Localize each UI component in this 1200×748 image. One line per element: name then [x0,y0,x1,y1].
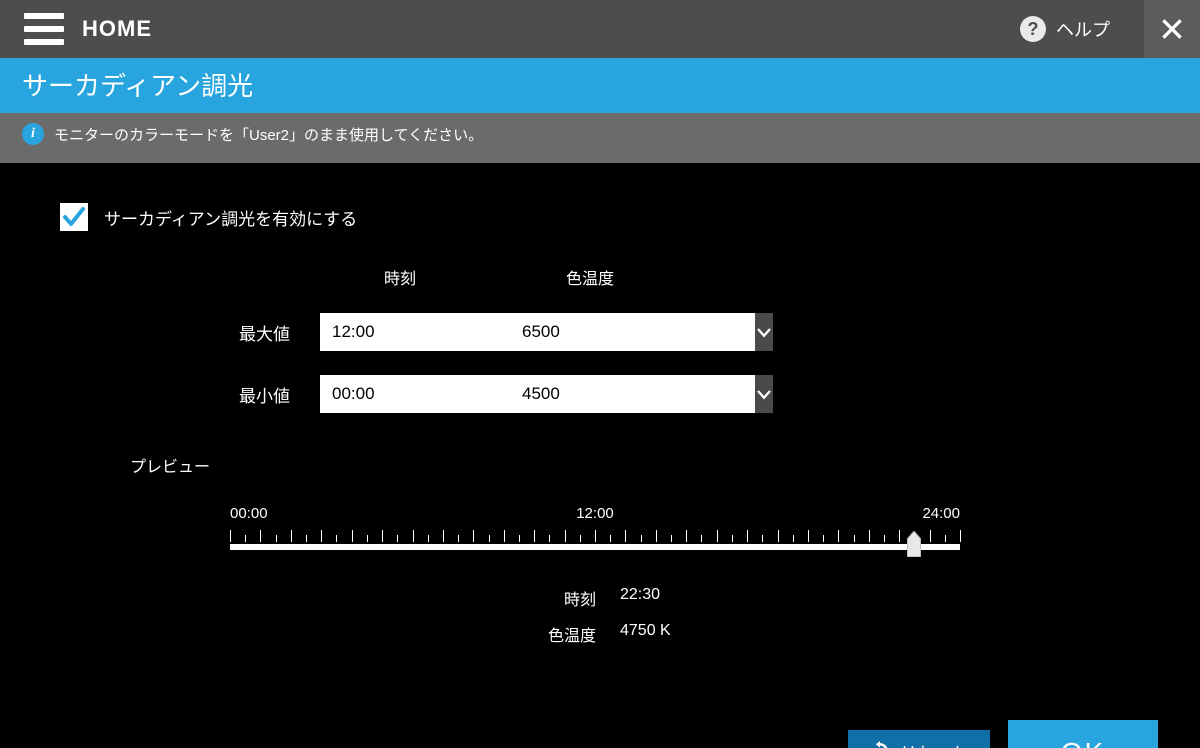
body-area: サーカディアン調光を有効にする 時刻 色温度 最大値 K 最小値 K [0,163,1200,646]
min-temp-dropdown-button[interactable] [755,375,773,413]
timeline: 00:00 12:00 24:00 [230,495,960,550]
close-icon [1159,16,1185,42]
timeline-label-end: 24:00 [922,505,960,522]
status-temp-value: 4750 K [620,622,1140,646]
reset-label: リセット [900,739,968,748]
row-label-max: 最大値 [100,320,320,345]
info-icon: i [22,123,44,145]
row-label-min: 最小値 [100,382,320,407]
home-breadcrumb[interactable]: HOME [82,16,152,42]
col-head-temp: 色温度 [510,265,670,289]
min-time-select[interactable] [320,375,480,413]
help-button[interactable]: ? ヘルプ [1020,16,1110,42]
reset-icon [870,741,890,748]
bottom-area: リセット OK [0,646,1200,748]
ok-button[interactable]: OK [1008,720,1158,748]
min-temp-select[interactable] [510,375,670,413]
chevron-down-icon [755,323,773,341]
info-row: i モニターのカラーモードを「User2」のまま使用してください。 [0,113,1200,145]
status-time-value: 22:30 [620,586,1140,610]
status-time-label: 時刻 [60,586,620,610]
max-temp-dropdown-button[interactable] [755,313,773,351]
timeline-labels: 00:00 12:00 24:00 [230,505,960,522]
max-temp-select[interactable] [510,313,670,351]
help-label: ヘルプ [1056,16,1110,42]
timeline-handle[interactable] [907,531,921,557]
timeline-track[interactable] [230,544,960,550]
help-icon: ? [1020,16,1046,42]
max-temp-unit: K [670,323,710,341]
timeline-ticks [230,528,960,542]
preview-status: 時刻 22:30 色温度 4750 K [60,586,1140,646]
info-text: モニターのカラーモードを「User2」のまま使用してください。 [54,124,483,145]
preview-label: プレビュー [130,453,1140,477]
enable-row: サーカディアン調光を有効にする [60,203,1140,231]
timeline-label-mid: 12:00 [576,505,614,522]
settings-grid: 時刻 色温度 最大値 K 最小値 K [100,265,1140,413]
reset-button[interactable]: リセット [848,730,990,748]
menu-button[interactable] [24,13,64,45]
col-head-time: 時刻 [320,265,480,289]
page-title: サーカディアン調光 [0,58,1200,113]
topbar: HOME ? ヘルプ [0,0,1200,58]
header-panel: サーカディアン調光 i モニターのカラーモードを「User2」のまま使用してくだ… [0,58,1200,163]
check-icon [62,205,86,229]
handle-icon [907,531,921,557]
min-temp-unit: K [670,385,710,403]
max-time-select[interactable] [320,313,480,351]
enable-checkbox[interactable] [60,203,88,231]
max-temp-input[interactable] [510,313,755,351]
min-temp-input[interactable] [510,375,755,413]
enable-label: サーカディアン調光を有効にする [104,205,357,230]
chevron-down-icon [755,385,773,403]
close-button[interactable] [1144,0,1200,58]
status-temp-label: 色温度 [60,622,620,646]
timeline-label-start: 00:00 [230,505,268,522]
